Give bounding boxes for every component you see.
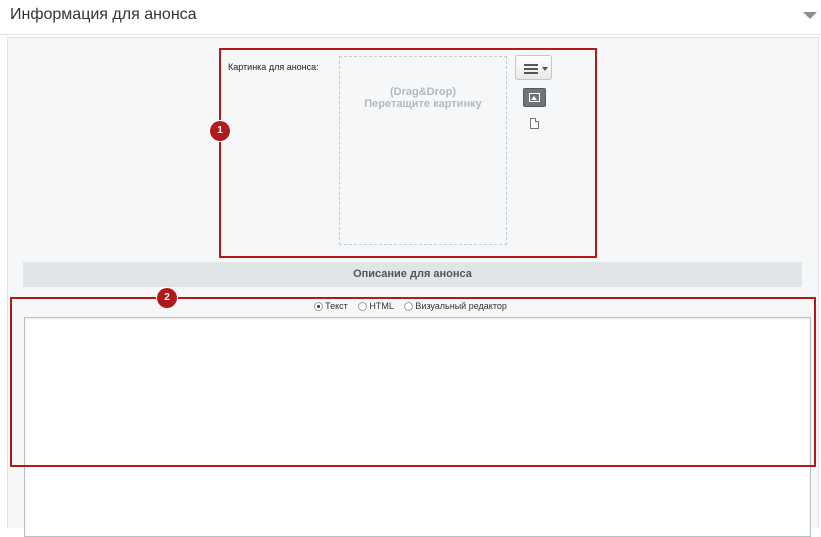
- chevron-down-icon[interactable]: [803, 12, 817, 19]
- section-header[interactable]: Информация для анонса: [0, 0, 821, 35]
- annotation-badge-2: 2: [157, 288, 177, 308]
- annotation-badge-1: 1: [210, 121, 230, 141]
- description-header: Описание для анонса: [23, 262, 802, 287]
- section-title: Информация для анонса: [10, 6, 197, 23]
- annotation-box-2: [10, 297, 816, 467]
- annotation-box-1: [219, 48, 597, 258]
